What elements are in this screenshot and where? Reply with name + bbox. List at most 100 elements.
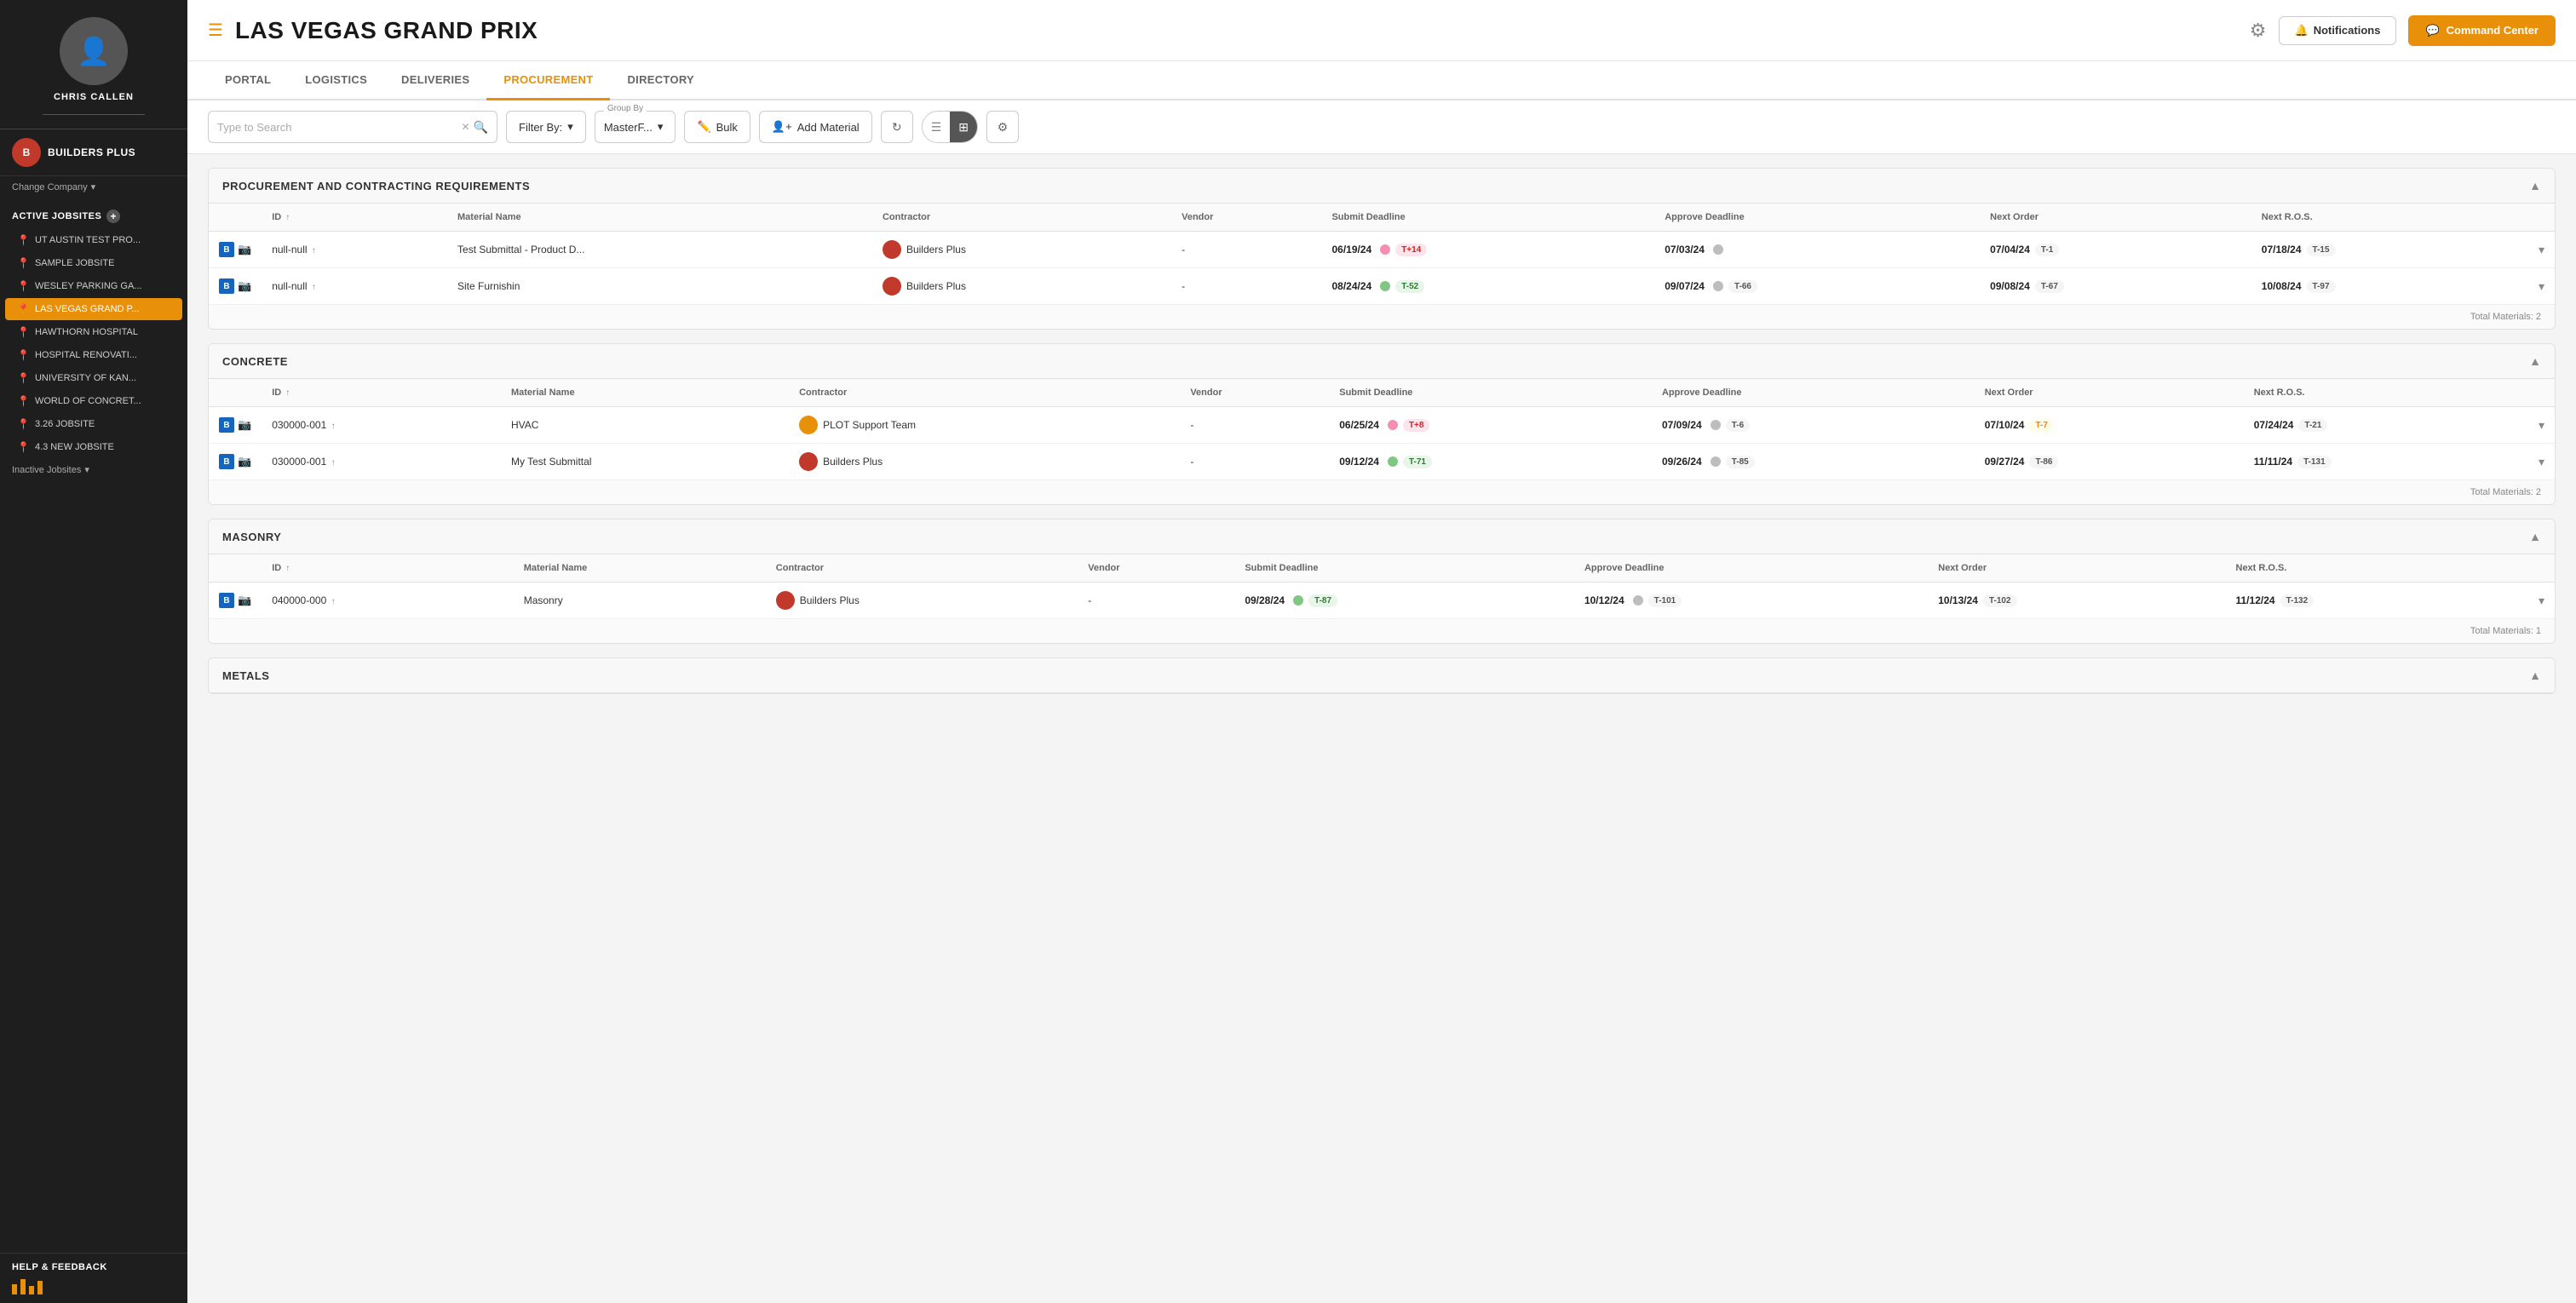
sidebar-profile: 👤 CHRIS CALLEN xyxy=(0,0,187,129)
content-area: PROCUREMENT AND CONTRACTING REQUIREMENTS… xyxy=(187,154,2576,1303)
location-pin-icon: 📍 xyxy=(17,441,30,453)
submit-deadline-cell: 06/19/24T+14 xyxy=(1321,232,1654,268)
sidebar-jobsite-item[interactable]: 📍WORLD OF CONCRET... xyxy=(5,390,182,412)
th-vendor[interactable]: Vendor xyxy=(1171,204,1321,232)
sidebar-jobsite-item[interactable]: 📍4.3 NEW JOBSITE xyxy=(5,436,182,458)
contractor-cell: PLOT Support Team xyxy=(789,407,1180,444)
filter-button[interactable]: Filter By: ▾ xyxy=(506,111,586,143)
th-approve-deadline[interactable]: Approve Deadline xyxy=(1574,554,1928,583)
sidebar-jobsite-item[interactable]: 📍UNIVERSITY OF KAN... xyxy=(5,367,182,389)
page-title: LAS VEGAS GRAND PRIX xyxy=(235,17,538,44)
status-dot xyxy=(1633,595,1643,606)
th-material-name[interactable]: Material Name xyxy=(501,379,789,407)
th-contractor[interactable]: Contractor xyxy=(766,554,1078,583)
b-badge: B xyxy=(219,242,234,257)
th-next-order[interactable]: Next Order xyxy=(1975,379,2244,407)
approve-deadline-cell: 09/07/24T-66 xyxy=(1654,268,1980,305)
header-right: ⚙ 🔔 Notifications 💬 Command Center xyxy=(2250,15,2556,46)
sidebar-jobsite-item[interactable]: 📍SAMPLE JOBSITE xyxy=(5,252,182,274)
section-header[interactable]: CONCRETE▲ xyxy=(209,344,2555,379)
inactive-jobsites-toggle[interactable]: Inactive Jobsites ▾ xyxy=(0,459,187,480)
sort-icon: ↑ xyxy=(312,246,316,255)
tab-procurement[interactable]: PROCUREMENT xyxy=(486,61,610,100)
th-next-r.o.s.[interactable]: Next R.O.S. xyxy=(2244,379,2555,407)
th-next-r.o.s.[interactable]: Next R.O.S. xyxy=(2251,204,2555,232)
sort-icon: ↑ xyxy=(285,213,290,222)
section-header[interactable]: PROCUREMENT AND CONTRACTING REQUIREMENTS… xyxy=(209,169,2555,204)
grid-view-button[interactable]: ⊞ xyxy=(950,112,977,142)
sidebar-jobsite-item[interactable]: 📍LAS VEGAS GRAND P... xyxy=(5,298,182,320)
location-pin-icon: 📍 xyxy=(17,326,30,338)
search-icon[interactable]: 🔍 xyxy=(474,120,488,135)
th-id[interactable]: ID ↑ xyxy=(262,379,501,407)
clear-icon[interactable]: ✕ xyxy=(462,121,470,133)
notifications-button[interactable]: 🔔 Notifications xyxy=(2279,16,2397,45)
th-submit-deadline[interactable]: Submit Deadline xyxy=(1321,204,1654,232)
sidebar-jobsite-item[interactable]: 📍HAWTHORN HOSPITAL xyxy=(5,321,182,343)
hamburger-icon[interactable]: ☰ xyxy=(208,20,223,41)
add-material-button[interactable]: 👤+ Add Material xyxy=(759,111,872,143)
expand-row-icon[interactable]: ▾ xyxy=(2539,279,2544,294)
expand-row-icon[interactable]: ▾ xyxy=(2539,243,2544,257)
bell-icon: 🔔 xyxy=(2295,24,2309,37)
nav-tabs: PORTALLOGISTICSDELIVERIESPROCUREMENTDIRE… xyxy=(187,61,2576,100)
th-vendor[interactable]: Vendor xyxy=(1078,554,1234,583)
expand-row-icon[interactable]: ▾ xyxy=(2539,594,2544,608)
th-id[interactable]: ID ↑ xyxy=(262,554,514,583)
th-approve-deadline[interactable]: Approve Deadline xyxy=(1654,204,1980,232)
sidebar-jobsite-item[interactable]: 📍HOSPITAL RENOVATI... xyxy=(5,344,182,366)
tab-directory[interactable]: DIRECTORY xyxy=(610,61,711,100)
table-row: B📷030000-001 ↑My Test SubmittalBuilders … xyxy=(209,444,2555,480)
th-contractor[interactable]: Contractor xyxy=(789,379,1180,407)
expand-row-icon[interactable]: ▾ xyxy=(2539,455,2544,469)
material-cell: HVAC xyxy=(501,407,789,444)
row-icons-cell: B📷 xyxy=(209,583,262,619)
search-box[interactable]: ✕ 🔍 xyxy=(208,111,497,143)
chevron-down-icon: ▾ xyxy=(91,181,96,192)
change-company-button[interactable]: Change Company ▾ xyxy=(0,176,187,201)
next-order-cell: 10/13/24T-102 xyxy=(1928,583,2225,619)
group-by-selector[interactable]: Group By MasterF... ▾ xyxy=(595,111,676,143)
table-row: B📷null-null ↑Site FurnishinBuilders Plus… xyxy=(209,268,2555,305)
bulk-button[interactable]: ✏️ Bulk xyxy=(684,111,750,143)
table-settings-button[interactable]: ⚙ xyxy=(986,111,1019,143)
th-next-order[interactable]: Next Order xyxy=(1928,554,2225,583)
th-vendor[interactable]: Vendor xyxy=(1180,379,1329,407)
th-material-name[interactable]: Material Name xyxy=(447,204,872,232)
add-jobsite-button[interactable]: + xyxy=(106,210,120,223)
contractor-logo xyxy=(799,452,818,471)
th-id[interactable]: ID ↑ xyxy=(262,204,447,232)
jobsite-list: 📍UT AUSTIN TEST PRO...📍SAMPLE JOBSITE📍WE… xyxy=(0,228,187,459)
sidebar-jobsite-item[interactable]: 📍3.26 JOBSITE xyxy=(5,413,182,435)
sidebar-jobsite-item[interactable]: 📍WESLEY PARKING GA... xyxy=(5,275,182,297)
data-table: ID ↑Material NameContractorVendorSubmit … xyxy=(209,554,2555,618)
th-next-order[interactable]: Next Order xyxy=(1980,204,2251,232)
th-next-r.o.s.[interactable]: Next R.O.S. xyxy=(2226,554,2556,583)
tab-deliveries[interactable]: DELIVERIES xyxy=(384,61,486,100)
chevron-up-icon: ▲ xyxy=(2529,354,2541,368)
th-material-name[interactable]: Material Name xyxy=(514,554,766,583)
section-header[interactable]: MASONRY▲ xyxy=(209,519,2555,554)
bar3 xyxy=(29,1286,34,1294)
tab-logistics[interactable]: LOGISTICS xyxy=(288,61,384,100)
th-submit-deadline[interactable]: Submit Deadline xyxy=(1329,379,1652,407)
th-submit-deadline[interactable]: Submit Deadline xyxy=(1234,554,1574,583)
section-header[interactable]: METALS▲ xyxy=(209,658,2555,693)
material-cell: Site Furnishin xyxy=(447,268,872,305)
camera-icon: 📷 xyxy=(238,455,251,468)
refresh-button[interactable]: ↻ xyxy=(881,111,913,143)
th-contractor[interactable]: Contractor xyxy=(872,204,1171,232)
bar2 xyxy=(20,1279,26,1294)
sidebar-jobsite-item[interactable]: 📍UT AUSTIN TEST PRO... xyxy=(5,229,182,251)
search-input[interactable] xyxy=(217,121,462,134)
row-icons-cell: B📷 xyxy=(209,444,262,480)
table-row: B📷030000-001 ↑HVACPLOT Support Team-06/2… xyxy=(209,407,2555,444)
command-center-button[interactable]: 💬 Command Center xyxy=(2408,15,2556,46)
tab-portal[interactable]: PORTAL xyxy=(208,61,288,100)
id-cell: 030000-001 ↑ xyxy=(262,407,501,444)
list-view-button[interactable]: ☰ xyxy=(923,112,951,142)
th-approve-deadline[interactable]: Approve Deadline xyxy=(1652,379,1975,407)
expand-row-icon[interactable]: ▾ xyxy=(2539,418,2544,433)
chevron-down-icon: ▾ xyxy=(658,120,664,134)
settings-button[interactable]: ⚙ xyxy=(2250,20,2267,42)
